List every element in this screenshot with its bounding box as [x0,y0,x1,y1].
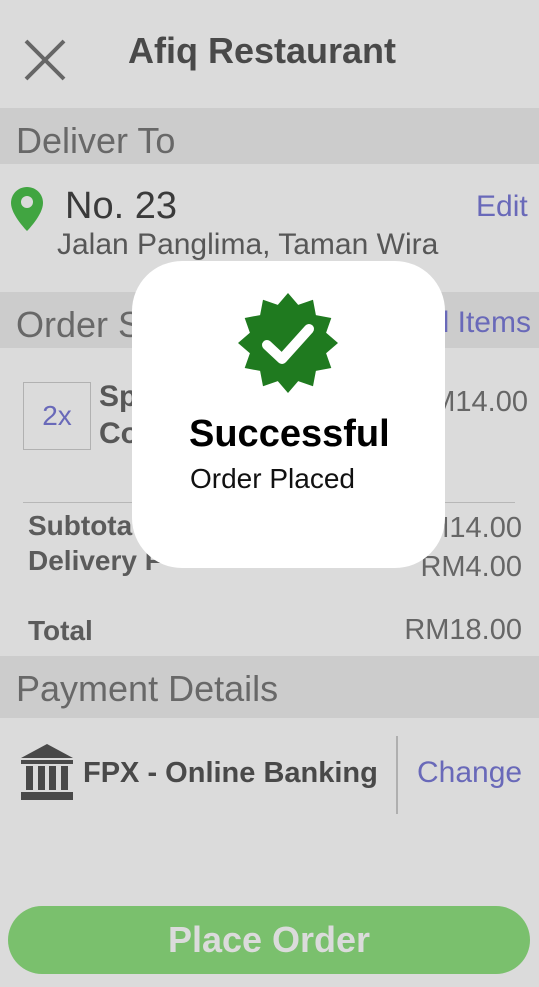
success-modal: Successful Order Placed [132,261,445,568]
checkout-screen: Afiq Restaurant Deliver To No. 23 Jalan … [0,0,539,987]
check-badge-icon [238,293,338,393]
modal-subtitle: Order Placed [190,463,355,494]
modal-title: Successful [189,413,390,455]
